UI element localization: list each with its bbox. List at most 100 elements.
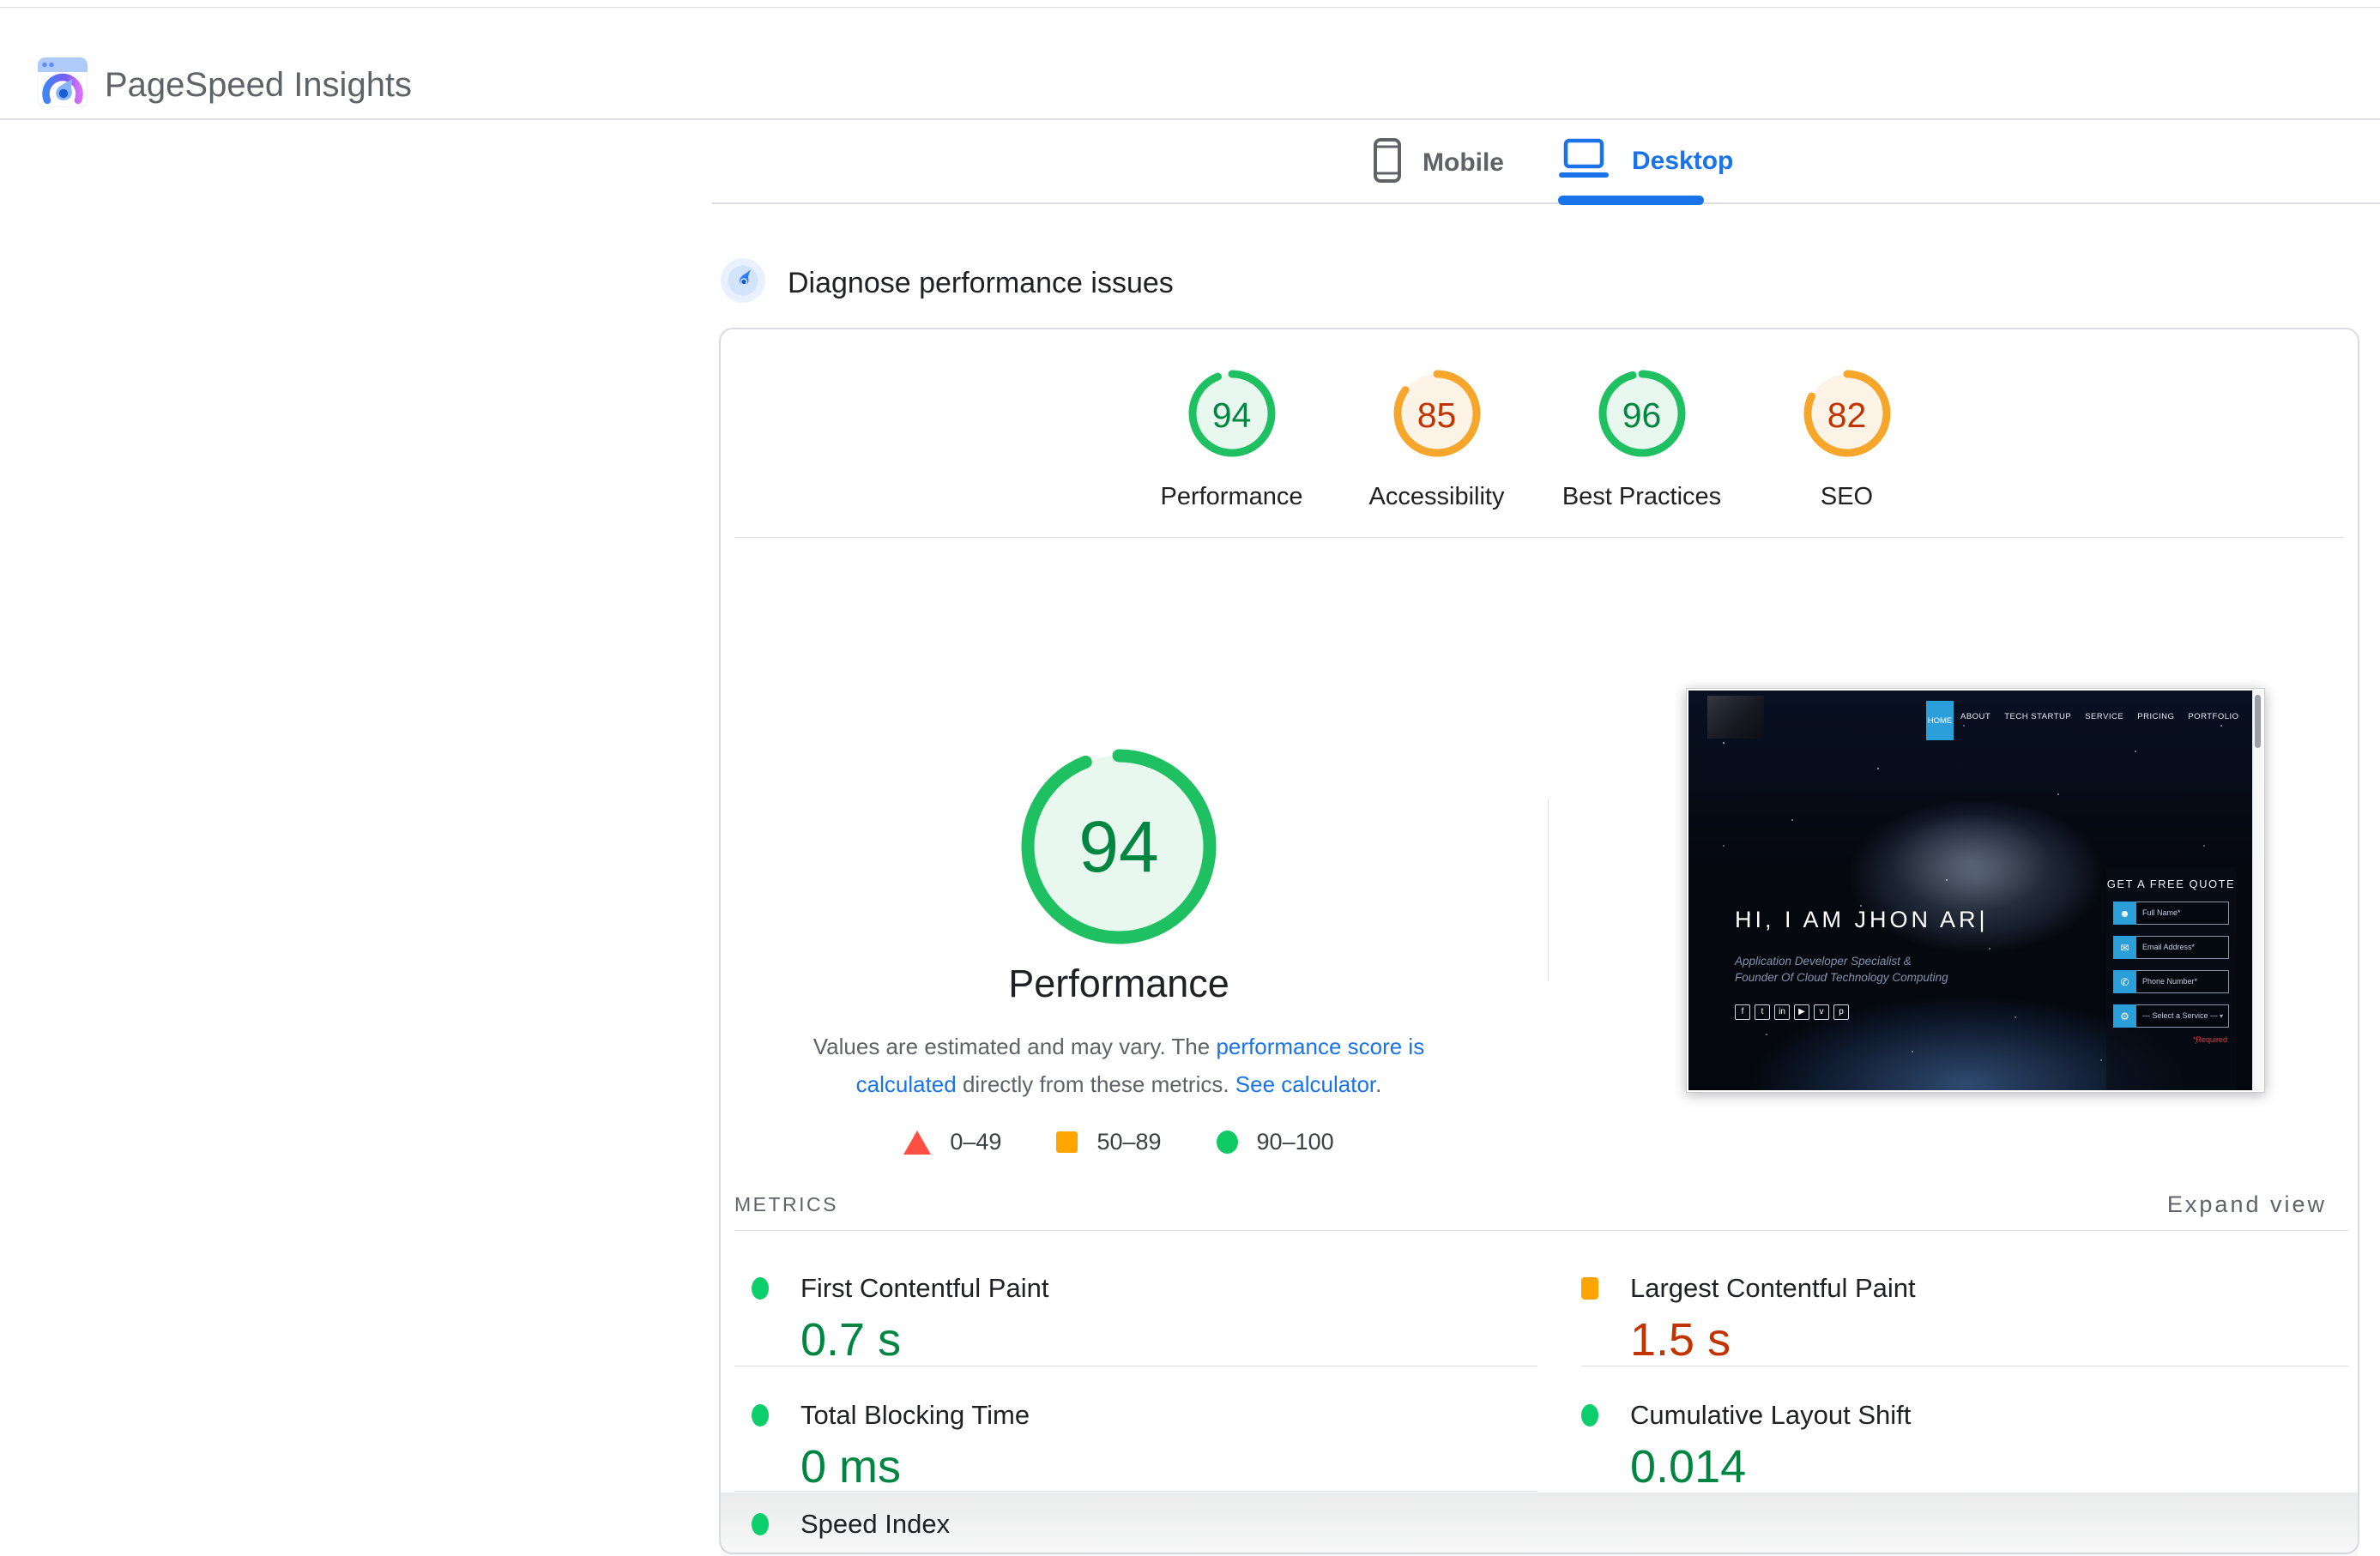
app-header: PageSpeed Insights xyxy=(0,8,2380,120)
site-subtitle: Application Developer Specialist & Found… xyxy=(1735,953,1949,986)
site-headline: HI, I AM JHON AR| xyxy=(1735,907,1989,933)
status-dot-pass-icon xyxy=(1581,1404,1598,1426)
quote-field-email: ✉ Email Address* xyxy=(2113,936,2229,959)
see-calculator-link[interactable]: See calculator xyxy=(1235,1071,1375,1097)
metrics-header-row: METRICS Expand view xyxy=(734,1187,2327,1221)
performance-score: 94 xyxy=(1187,369,1277,462)
metrics-heading: METRICS xyxy=(734,1193,838,1216)
linkedin-icon: in xyxy=(1774,1004,1790,1020)
performance-summary-score: 94 xyxy=(1016,744,1222,950)
quote-field-phone: ✆ Phone Number* xyxy=(2113,970,2229,993)
site-nav-menu: HOME ABOUT TECH STARTUP SERVICE PRICING … xyxy=(1926,712,2252,721)
vimeo-icon: v xyxy=(1814,1004,1829,1020)
youtube-icon: ▶ xyxy=(1794,1004,1809,1020)
pagespeed-logo-icon xyxy=(38,57,88,112)
facebook-icon: f xyxy=(1735,1004,1750,1020)
accessibility-score: 85 xyxy=(1392,369,1482,462)
performance-summary-gauge: 94 xyxy=(1016,744,1222,950)
best-practices-label: Best Practices xyxy=(1562,483,1721,510)
legend-fail: 0–49 xyxy=(903,1129,1001,1155)
seo-label: SEO xyxy=(1821,483,1873,510)
chevron-down-icon: ▾ xyxy=(2220,1005,2223,1027)
speedometer-icon xyxy=(721,258,765,307)
app-title: PageSpeed Insights xyxy=(105,64,412,106)
twitter-icon: t xyxy=(1755,1004,1770,1020)
quote-input-phone: Phone Number* xyxy=(2136,970,2229,993)
best-practices-gauge: 96 xyxy=(1598,369,1687,462)
site-quote-form: GET A FREE QUOTE ☻ Full Name* ✉ Email Ad… xyxy=(2106,867,2236,1090)
performance-label: Performance xyxy=(1160,483,1302,510)
active-tab-indicator xyxy=(1558,196,1704,205)
desc-text-1: Values are estimated and may vary. The xyxy=(813,1034,1217,1059)
metric-cumulative-layout-shift: Cumulative Layout Shift 0.014 xyxy=(1581,1402,2336,1491)
category-best-practices[interactable]: 96 Best Practices xyxy=(1539,369,1744,510)
metric-value: 0.7 s xyxy=(800,1316,1524,1364)
metric-label: Total Blocking Time xyxy=(800,1402,1030,1429)
screenshot-site-content: HOME HOME ABOUT TECH STARTUP SERVICE PRI… xyxy=(1688,691,2252,1090)
report-card: 94 Performance 85 Accessibility 96 xyxy=(719,328,2359,1554)
legend-pass: 90–100 xyxy=(1217,1129,1334,1155)
metric-first-contentful-paint: First Contentful Paint 0.7 s xyxy=(752,1275,1524,1364)
desktop-laptop-icon xyxy=(1556,137,1611,184)
average-square-icon xyxy=(1056,1131,1078,1153)
quote-field-name: ☻ Full Name* xyxy=(2113,902,2229,925)
desc-text-3: . xyxy=(1375,1071,1381,1097)
quote-input-email: Email Address* xyxy=(2136,936,2229,959)
site-nav-item: SERVICE xyxy=(2078,712,2130,721)
category-seo[interactable]: 82 SEO xyxy=(1744,369,1949,510)
seo-score: 82 xyxy=(1803,369,1892,462)
best-practices-score: 96 xyxy=(1598,369,1687,462)
gear-icon: ⚙ xyxy=(2113,1004,2136,1028)
mobile-phone-icon xyxy=(1373,137,1402,188)
fail-triangle-icon xyxy=(903,1131,931,1155)
accessibility-gauge: 85 xyxy=(1392,369,1482,462)
pinterest-icon: p xyxy=(1833,1004,1849,1020)
tab-mobile[interactable]: Mobile xyxy=(1373,137,1504,188)
diagnose-section-header: Diagnose performance issues xyxy=(721,258,1174,307)
starfield-decoration xyxy=(1688,691,1690,692)
tab-desktop[interactable]: Desktop xyxy=(1556,137,1733,184)
quote-field-service: ⚙ --- Select a Service ---▾ xyxy=(2113,1004,2229,1028)
envelope-icon: ✉ xyxy=(2113,936,2136,959)
legend-pass-range: 90–100 xyxy=(1257,1129,1334,1155)
thumbnail-scrollbar xyxy=(2252,691,2262,1090)
expand-view-button[interactable]: Expand view xyxy=(2167,1191,2327,1218)
site-nav-item: TECH STARTUP xyxy=(1997,712,2078,721)
metric-label: First Contentful Paint xyxy=(800,1275,1048,1302)
site-logo-image xyxy=(1707,696,1764,739)
person-icon: ☻ xyxy=(2113,902,2136,925)
metric-value: 1.5 s xyxy=(1630,1316,2336,1364)
site-nav-item: PORTFOLIO xyxy=(2181,712,2245,721)
category-accessibility[interactable]: 85 Accessibility xyxy=(1334,369,1539,510)
performance-gauge: 94 xyxy=(1187,369,1277,462)
score-description: Values are estimated and may vary. The p… xyxy=(793,1028,1445,1103)
desc-text-2: directly from these metrics. xyxy=(957,1071,1235,1097)
thumbnail-scrollbar-thumb xyxy=(2255,695,2261,748)
status-dot-pass-icon xyxy=(752,1513,769,1535)
metric-row-divider xyxy=(734,1491,1537,1492)
site-nav-item: BLOG xyxy=(2246,712,2252,721)
metric-speed-index: Speed Index xyxy=(752,1511,1524,1538)
legend-average-range: 50–89 xyxy=(1096,1129,1161,1155)
metric-label: Cumulative Layout Shift xyxy=(1630,1402,1911,1429)
category-gauges-row: 94 Performance 85 Accessibility 96 xyxy=(721,369,2358,510)
legend-fail-range: 0–49 xyxy=(950,1129,1001,1155)
home-link[interactable]: PageSpeed Insights xyxy=(38,57,412,112)
tab-mobile-label: Mobile xyxy=(1423,141,1504,185)
performance-summary-title: Performance xyxy=(793,960,1445,1008)
metric-largest-contentful-paint: Largest Contentful Paint 1.5 s xyxy=(1581,1275,2336,1364)
status-dot-pass-icon xyxy=(752,1277,769,1300)
vertical-divider xyxy=(1548,799,1549,981)
metric-total-blocking-time: Total Blocking Time 0 ms xyxy=(752,1402,1524,1491)
status-square-average-icon xyxy=(1581,1277,1598,1300)
site-nav-item: PRICING xyxy=(2130,712,2181,721)
metric-label: Speed Index xyxy=(800,1511,950,1538)
metric-value: 0 ms xyxy=(800,1443,1524,1491)
tab-desktop-label: Desktop xyxy=(1632,139,1733,184)
phone-icon: ✆ xyxy=(2113,970,2136,993)
score-legend: 0–49 50–89 90–100 xyxy=(793,1129,1445,1155)
category-performance[interactable]: 94 Performance xyxy=(1129,369,1334,510)
quote-form-title: GET A FREE QUOTE xyxy=(2106,878,2236,890)
page-screenshot-thumbnail[interactable]: HOME HOME ABOUT TECH STARTUP SERVICE PRI… xyxy=(1686,688,2265,1093)
metrics-divider xyxy=(734,1230,2348,1231)
